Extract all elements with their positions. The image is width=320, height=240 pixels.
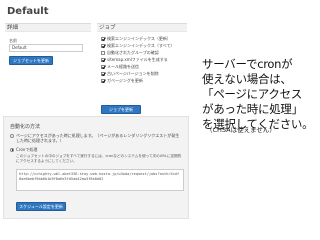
job-list: 検索エンジンインデックス（更新） 検索エンジンインデックス（すべて） 自動化され… [101, 35, 189, 84]
name-field[interactable]: Default [9, 44, 83, 52]
radio-cron[interactable]: Cronで処理 [10, 147, 182, 152]
job-label: sitemap.xmlファイルを生成する [107, 56, 168, 62]
execution-title: 自動化の方法 [10, 124, 41, 130]
annotation-line: サーバーでcronが [202, 57, 293, 71]
page-title: Default [7, 6, 49, 17]
update-jobset-button[interactable]: ジョブセットを更新 [9, 56, 53, 65]
radio-page-access-label: ページにアクセスがあった時に処理します。（ページがあるレンダリングリクエストが発… [16, 133, 180, 143]
job-label: 検索エンジンインデックス（更新） [107, 35, 171, 41]
annotation-line: 「ページにアクセス [202, 87, 302, 101]
job-label: ガベージングを更新 [107, 77, 143, 83]
annotation-line: 使えない場合は、 [202, 72, 292, 86]
cron-description: このジョブセットの中のジョブをすべて実行するには、cronなどのシステムを使って… [16, 154, 182, 163]
annotation-note: （CHSAは使えません） [206, 126, 276, 134]
annotation-text: サーバーでcronが 使えない場合は、 「ページにアクセス があった時に処理」 … [202, 57, 320, 132]
checkbox-unchecked-icon[interactable] [101, 50, 105, 55]
job-item[interactable]: 検索エンジンインデックス（更新） [101, 35, 189, 42]
jobs-header: ジョブ [97, 23, 187, 32]
job-label: メール経路を送信 [107, 63, 139, 69]
job-item[interactable]: ガベージングを更新 [101, 77, 189, 84]
job-label: 自動化されたグループの確認 [107, 49, 159, 55]
settings-panel: Default 詳細 ジョブ 名前 Default ジョブセットを更新 検索エン… [5, 4, 189, 114]
cron-url-field[interactable]: http://cchighty-wbl-abet336.stay.web.hos… [16, 169, 184, 191]
checkbox-checked-icon[interactable] [101, 36, 105, 41]
job-label: 古いページバージョンを削除 [107, 70, 159, 76]
checkbox-checked-icon[interactable] [101, 78, 105, 83]
job-item[interactable]: 古いページバージョンを削除 [101, 70, 189, 77]
job-item[interactable]: メール経路を送信 [101, 63, 189, 70]
checkbox-checked-icon[interactable] [101, 57, 105, 62]
job-item[interactable]: 自動化されたグループの確認 [101, 49, 189, 56]
radio-page-access[interactable]: ページにアクセスがあった時に処理します。（ページがあるレンダリングリクエストが発… [10, 133, 182, 143]
checkbox-checked-icon[interactable] [101, 71, 105, 76]
execution-panel: 自動化の方法 ページにアクセスがあった時に処理します。（ページがあるレンダリング… [3, 116, 189, 219]
radio-selected-icon[interactable] [10, 147, 14, 152]
radio-cron-label: Cronで処理 [16, 147, 38, 152]
update-schedule-button[interactable]: スケジュール設定を更新 [16, 202, 66, 211]
job-label: 検索エンジンインデックス（すべて） [107, 42, 175, 48]
job-item[interactable]: 検索エンジンインデックス（すべて） [101, 42, 189, 49]
annotation-line: があった時に処理」 [202, 102, 303, 116]
checkbox-checked-icon[interactable] [101, 43, 105, 48]
radio-unselected-icon[interactable] [10, 133, 14, 138]
job-item[interactable]: sitemap.xmlファイルを生成する [101, 56, 189, 63]
update-jobs-button[interactable]: ジョブを更新 [101, 105, 141, 114]
checkbox-checked-icon[interactable] [101, 64, 105, 69]
details-header: 詳細 [5, 23, 91, 32]
